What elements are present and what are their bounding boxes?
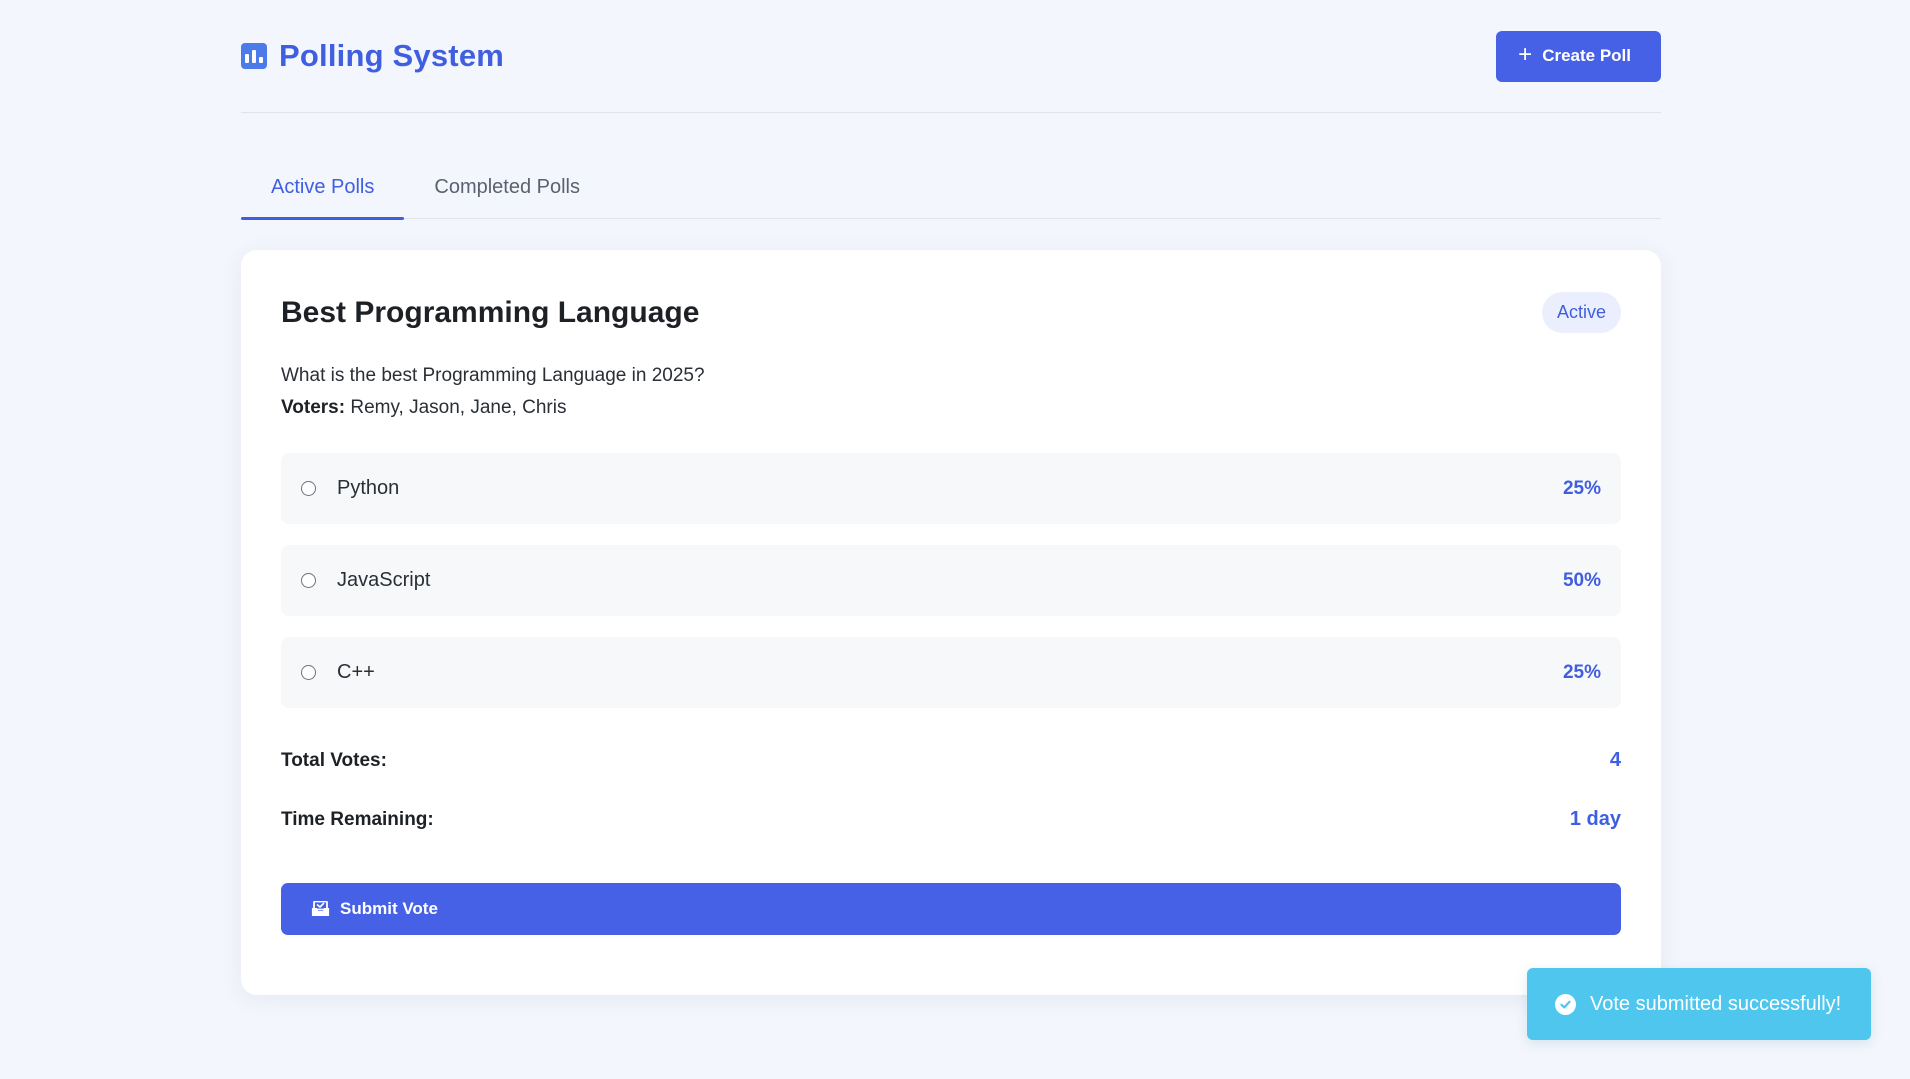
time-remaining-row: Time Remaining: 1 day <box>281 808 1621 831</box>
poll-question: What is the best Programming Language in… <box>281 365 705 386</box>
time-remaining-label: Time Remaining: <box>281 808 434 830</box>
voters-label: Voters: <box>281 397 346 418</box>
bar-chart-icon <box>241 43 267 69</box>
poll-card-header: Best Programming Language Active <box>281 292 1621 333</box>
app-header: Polling System + Create Poll <box>241 0 1661 113</box>
toast-message: Vote submitted successfully! <box>1590 992 1842 1015</box>
option-label: Python <box>337 477 400 499</box>
voters-list: Remy, Jason, Jane, Chris <box>350 397 567 418</box>
submit-vote-button[interactable]: Submit Vote <box>281 883 1621 935</box>
brand: Polling System <box>241 38 504 74</box>
option-percent: 25% <box>1562 661 1601 683</box>
option-percent: 25% <box>1562 477 1601 499</box>
total-votes-row: Total Votes: 4 <box>281 749 1621 772</box>
option-radio[interactable] <box>301 573 316 588</box>
create-poll-label: Create Poll <box>1542 46 1631 65</box>
tab-completed-polls[interactable]: Completed Polls <box>404 155 610 219</box>
option-cpp[interactable]: C++ 25% <box>281 637 1621 708</box>
poll-title: Best Programming Language <box>281 295 700 329</box>
total-votes-value: 4 <box>1609 749 1621 771</box>
poll-voters: Voters: Remy, Jason, Jane, Chris <box>281 397 1621 419</box>
tab-active-polls[interactable]: Active Polls <box>241 155 405 220</box>
app-title: Polling System <box>279 38 505 73</box>
app-container: Polling System + Create Poll Active Poll… <box>241 0 1661 995</box>
check-circle-icon <box>1555 993 1576 1015</box>
option-radio[interactable] <box>301 481 316 496</box>
create-poll-button[interactable]: + Create Poll <box>1496 30 1661 82</box>
poll-options: Python 25% JavaScript 50% C++ 25% <box>281 453 1621 708</box>
option-label: C++ <box>337 661 375 683</box>
option-python[interactable]: Python 25% <box>281 453 1621 524</box>
check-icon <box>1560 1000 1571 1008</box>
inbox-icon <box>311 901 330 916</box>
submit-vote-label: Submit Vote <box>340 899 438 918</box>
total-votes-label: Total Votes: <box>281 749 387 771</box>
plus-icon: + <box>1518 40 1533 68</box>
option-percent: 50% <box>1562 569 1601 591</box>
poll-tabs: Active Polls Completed Polls <box>241 155 1661 220</box>
time-remaining-value: 1 day <box>1569 808 1621 830</box>
poll-card: Best Programming Language Active What is… <box>241 250 1661 995</box>
option-radio[interactable] <box>301 665 316 680</box>
success-toast: Vote submitted successfully! <box>1527 968 1871 1040</box>
status-badge: Active <box>1541 292 1621 333</box>
option-javascript[interactable]: JavaScript 50% <box>281 545 1621 616</box>
option-label: JavaScript <box>337 569 431 591</box>
